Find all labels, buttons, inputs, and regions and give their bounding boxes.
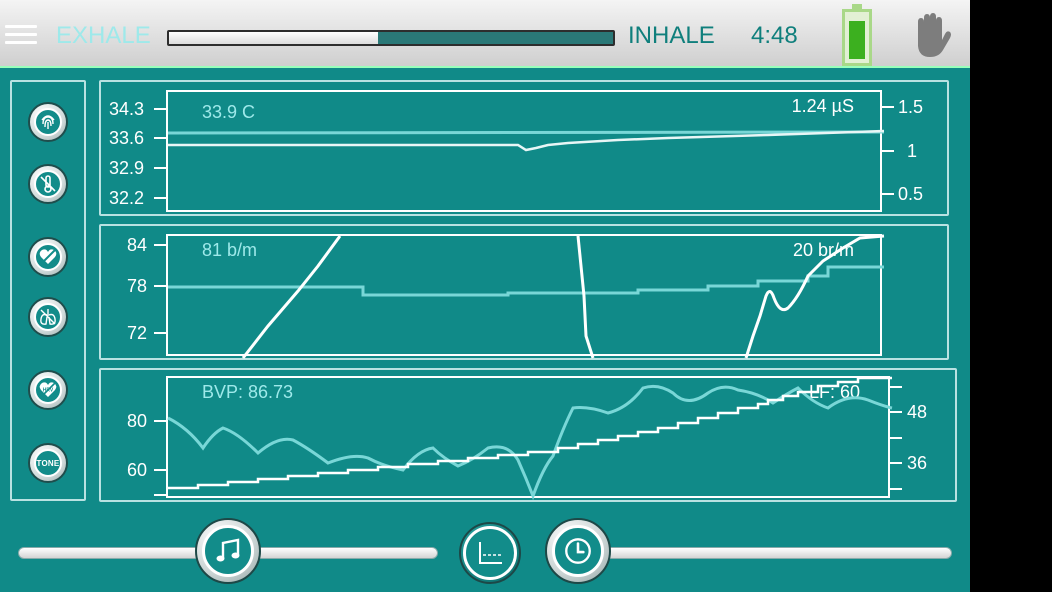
battery-icon [842, 4, 872, 66]
top-bar: EXHALE INHALE 4:48 [0, 0, 970, 68]
session-time-slider[interactable] [580, 547, 952, 559]
heart-left-tick: 72 [127, 323, 148, 343]
skin-right-tick: 1 [907, 141, 918, 161]
thermometer-off-icon [40, 175, 56, 193]
breath-progress-bar [167, 30, 615, 46]
respiration-trace-a [241, 235, 342, 359]
skin-right-tick: 1.5 [898, 97, 924, 117]
skin-traces [167, 129, 885, 152]
lungs-off-icon [40, 309, 56, 325]
breath-progress-fill [169, 32, 378, 44]
app-window: EXHALE INHALE 4:48 TONE 33.9 C 1.24 µS 3… [0, 0, 970, 592]
hand-stop-icon[interactable] [910, 12, 952, 58]
inhale-label: INHALE [628, 22, 715, 49]
music-note-icon [216, 538, 240, 562]
tone-label: TONE [36, 458, 60, 468]
heart-panel: 81 b/m 20 br/m 84 78 72 [99, 224, 949, 360]
heart-rate-toggle-button[interactable] [28, 237, 68, 277]
baseline-chart-icon [479, 542, 502, 564]
respiration-trace-b [576, 235, 595, 359]
lf-trace [168, 376, 892, 490]
heart-left-tick: 84 [127, 235, 148, 255]
skin-left-tick: 32.2 [109, 188, 145, 208]
sidebar: HRV TONE [10, 80, 86, 501]
heart-off-icon [39, 249, 57, 265]
bvp-traces [167, 376, 893, 501]
skin-plot: 33.9 C 1.24 µS [166, 90, 885, 212]
exhale-label: EXHALE [56, 22, 151, 49]
fingerprint-button[interactable] [28, 102, 68, 142]
temperature-trace [167, 130, 885, 135]
skin-panel: 33.9 C 1.24 µS 34.3 33.6 32.9 32.2 1.5 1… [99, 80, 949, 216]
clock-button[interactable] [545, 518, 611, 584]
menu-icon[interactable] [5, 25, 37, 45]
bvp-right-tick: 36 [907, 453, 928, 473]
heart-plot: 81 b/m 20 br/m [166, 234, 885, 359]
heart-left-tick: 78 [127, 276, 148, 296]
heart-rate-trace [168, 265, 884, 297]
skin-left-tick: 34.3 [109, 99, 145, 119]
tone-button[interactable]: TONE [28, 443, 68, 483]
bvp-left-tick: 60 [127, 460, 148, 480]
battery-level-fill [849, 20, 865, 59]
clock-icon [565, 538, 591, 564]
baseline-button[interactable] [459, 522, 521, 584]
bvp-right-tick: 48 [907, 402, 928, 422]
heart-traces [168, 234, 885, 359]
bvp-panel: BVP: 86.73 LF: 60 80 60 48 36 [99, 368, 957, 502]
hrv-toggle-button[interactable]: HRV [28, 370, 68, 410]
tone-icon: TONE [34, 449, 62, 477]
respiration-trace-c [744, 234, 885, 359]
bvp-left-tick: 80 [127, 411, 148, 431]
temperature-toggle-button[interactable] [28, 164, 68, 204]
skin-left-tick: 32.9 [109, 158, 145, 178]
bvp-plot: BVP: 86.73 LF: 60 [166, 376, 893, 501]
respiration-toggle-button[interactable] [28, 297, 68, 337]
skin-left-tick: 33.6 [109, 128, 145, 148]
skin-right-tick: 0.5 [898, 184, 924, 204]
screen-edge [970, 0, 1052, 592]
fingerprint-icon [41, 115, 55, 129]
music-button[interactable] [195, 518, 261, 584]
hrv-heart-off-icon: HRV [39, 382, 57, 398]
session-timer: 4:48 [751, 22, 798, 49]
